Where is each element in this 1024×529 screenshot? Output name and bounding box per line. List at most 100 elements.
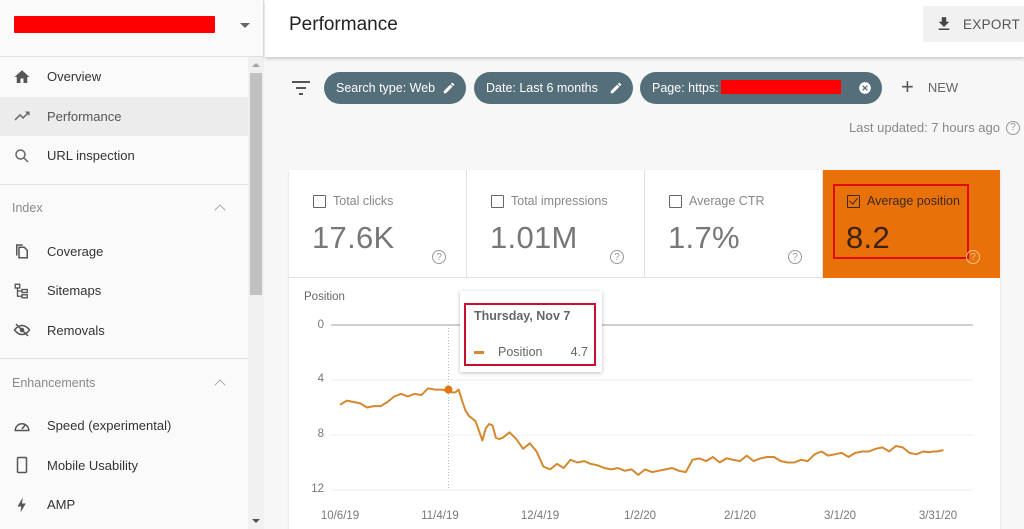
sidebar-item-sitemaps[interactable]: Sitemaps	[0, 271, 248, 311]
help-icon[interactable]: ?	[966, 250, 980, 264]
remove-chip-icon[interactable]	[858, 81, 872, 95]
metric-label-text: Total clicks	[333, 194, 394, 208]
export-label: EXPORT	[963, 16, 1021, 32]
page-title: Performance	[289, 14, 398, 35]
section-title: Index	[12, 201, 43, 215]
chart-tooltip: Thursday, Nov 7 Position 4.7	[460, 291, 602, 372]
y-tick-label: 12	[311, 483, 324, 495]
edit-pencil-icon[interactable]	[442, 81, 456, 95]
sidebar-item-speed[interactable]: Speed (experimental)	[0, 406, 248, 446]
metric-value: 17.6K	[312, 220, 395, 255]
visibility-off-icon	[0, 321, 47, 339]
metric-average-position[interactable]: Average position 8.2 ?	[823, 170, 1000, 278]
y-tick-label: 4	[317, 373, 324, 385]
sidebar-item-url-inspection[interactable]: URL inspection	[0, 136, 248, 176]
metric-label: Average position	[847, 194, 960, 208]
tooltip-value: 4.7	[570, 345, 588, 359]
smartphone-icon	[0, 456, 47, 474]
filter-chip-page[interactable]: Page: https:	[640, 72, 882, 104]
redacted-property-name	[14, 16, 215, 33]
metric-value: 1.01M	[490, 220, 578, 255]
sidebar-item-removals[interactable]: Removals	[0, 311, 248, 351]
sidebar-item-label: AMP	[47, 497, 76, 513]
series-swatch	[474, 350, 484, 354]
sidebar-item-label: Removals	[47, 322, 105, 338]
checkbox[interactable]	[491, 194, 504, 208]
filter-chip-search-type[interactable]: Search type: Web	[324, 72, 466, 104]
dropdown-caret-icon[interactable]	[240, 23, 250, 28]
filter-chip-date[interactable]: Date: Last 6 months	[474, 72, 633, 104]
performance-card: Total clicks 17.6K ? Total impressions 1…	[289, 170, 1000, 529]
chevron-up-icon[interactable]	[214, 378, 226, 391]
scroll-up-arrow-icon[interactable]	[252, 63, 260, 67]
sidebar-item-performance[interactable]: Performance	[0, 96, 248, 136]
last-updated: Last updated: 7 hours ago ?	[849, 120, 1020, 135]
search-icon	[0, 147, 47, 165]
metric-tiles: Total clicks 17.6K ? Total impressions 1…	[289, 170, 1000, 278]
x-tick-label: 3/31/20	[918, 510, 958, 522]
help-icon[interactable]: ?	[788, 250, 802, 264]
sidebar-item-label: Overview	[47, 69, 102, 85]
sidebar: Overview Performance URL inspection Inde…	[0, 0, 264, 529]
scrollbar-thumb[interactable]	[250, 73, 262, 295]
metric-average-ctr[interactable]: Average CTR 1.7% ?	[645, 170, 823, 278]
help-icon[interactable]: ?	[610, 250, 624, 264]
chip-label: Date: Last 6 months	[486, 81, 598, 95]
y-tick-label: 0	[317, 319, 324, 331]
tooltip-series-name: Position	[498, 345, 543, 359]
plus-icon: +	[901, 74, 914, 99]
sidebar-item-overview[interactable]: Overview	[0, 57, 248, 97]
tooltip-date: Thursday, Nov 7	[474, 309, 571, 323]
page-header: Performance EXPORT	[265, 0, 1024, 57]
x-tick-label: 11/4/19	[421, 510, 459, 522]
export-button[interactable]: EXPORT	[923, 6, 1024, 42]
checkbox[interactable]	[313, 194, 326, 208]
checkbox[interactable]	[669, 194, 682, 208]
section-header-index[interactable]: Index	[0, 183, 248, 232]
metric-total-clicks[interactable]: Total clicks 17.6K ?	[289, 170, 467, 278]
chip-label: Search type: Web	[336, 81, 436, 95]
download-icon	[938, 17, 950, 30]
metric-label-text: Average CTR	[689, 194, 765, 208]
x-tick-label: 3/1/20	[824, 510, 856, 522]
sidebar-item-label: Sitemaps	[47, 283, 102, 299]
section-header-enhancements[interactable]: Enhancements	[0, 358, 248, 406]
sidebar-scrollbar[interactable]	[248, 57, 264, 529]
metric-label-text: Total impressions	[511, 194, 608, 208]
metric-value: 8.2	[846, 220, 890, 255]
help-icon[interactable]: ?	[432, 250, 446, 264]
checkbox-checked[interactable]	[847, 194, 860, 208]
series-line-position[interactable]	[339, 387, 944, 476]
last-updated-text: Last updated: 7 hours ago	[848, 120, 1000, 135]
x-tick-label: 2/1/20	[724, 510, 756, 522]
new-filter-label: NEW	[927, 79, 959, 95]
chart-canvas	[331, 324, 973, 491]
sidebar-item-label: Mobile Usability	[47, 457, 139, 473]
filter-bar: Search type: Web Date: Last 6 months Pag…	[265, 57, 1024, 160]
property-selector[interactable]	[0, 0, 264, 57]
help-icon[interactable]: ?	[1006, 120, 1020, 135]
x-tick-label: 1/2/20	[624, 510, 656, 522]
metric-label: Average CTR	[669, 194, 765, 208]
chip-label: Page: https:	[652, 81, 719, 95]
copy-pages-icon	[0, 242, 47, 260]
sidebar-item-coverage[interactable]: Coverage	[0, 232, 248, 272]
chevron-up-icon[interactable]	[214, 204, 226, 216]
position-chart[interactable]: Position 0 4 8 12 10/6/19 11/4/19 12/4/1…	[289, 278, 1000, 529]
redacted-url	[721, 80, 841, 94]
scroll-down-arrow-icon[interactable]	[252, 519, 260, 523]
filter-icon[interactable]	[291, 81, 311, 95]
sidebar-nav: Overview Performance URL inspection Inde…	[0, 57, 248, 525]
new-filter-button[interactable]: + NEW	[901, 74, 959, 99]
metric-total-impressions[interactable]: Total impressions 1.01M ?	[467, 170, 645, 278]
sidebar-item-amp[interactable]: AMP	[0, 485, 248, 525]
home-icon	[0, 68, 47, 86]
edit-pencil-icon[interactable]	[609, 81, 623, 95]
trending-up-icon	[0, 107, 47, 125]
speedometer-icon	[0, 417, 47, 435]
lightning-bolt-icon	[0, 496, 47, 514]
x-tick-label: 10/6/19	[320, 510, 360, 522]
highlighted-data-point[interactable]	[444, 385, 453, 394]
sidebar-item-mobile-usability[interactable]: Mobile Usability	[0, 446, 248, 486]
tooltip-row: Position 4.7	[474, 345, 588, 359]
